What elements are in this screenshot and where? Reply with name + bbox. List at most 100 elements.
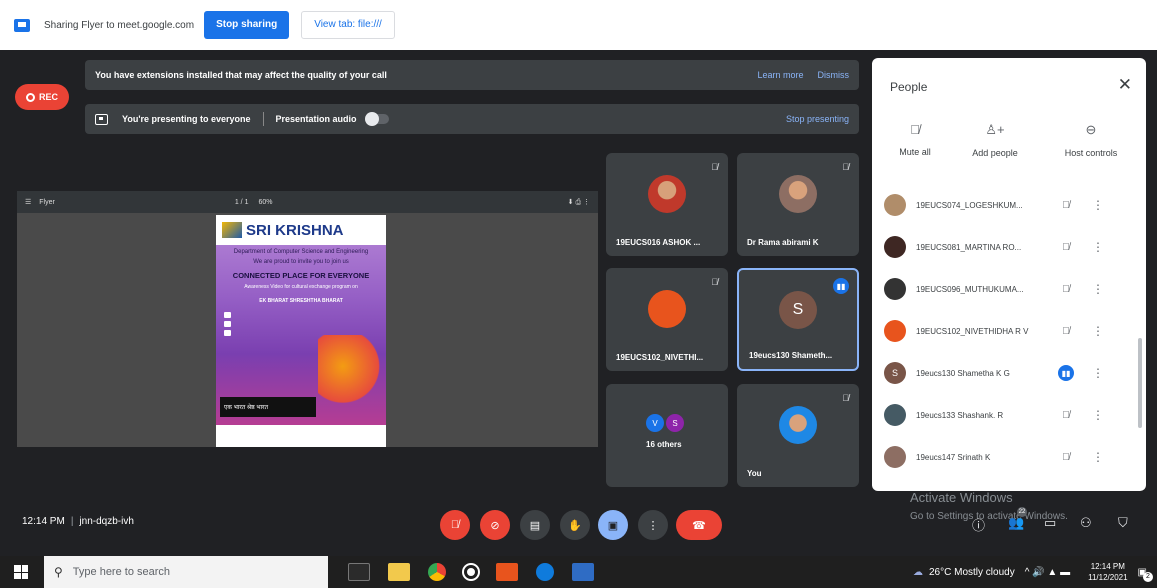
more-options-icon[interactable]: ⋮ <box>1088 324 1108 338</box>
scrollbar[interactable] <box>1138 338 1142 428</box>
raise-hand-button[interactable]: ✋ <box>560 510 590 540</box>
mute-all-button[interactable]: 🎙̸ Mute all <box>880 122 950 157</box>
college-logo-icon <box>222 222 242 238</box>
participant-tile[interactable]: 🎙̸ Dr Rama abirami K <box>737 153 859 256</box>
list-item[interactable]: 19EUCS081_MARTINA RO... 🎙̸ ⋮ <box>884 226 1138 268</box>
sharing-status-text: Sharing Flyer to meet.google.com <box>44 19 195 31</box>
participant-name: 19eucs147 Srinath K <box>916 452 991 462</box>
self-name: You <box>747 469 762 478</box>
more-options-icon[interactable]: ⋮ <box>1088 198 1108 212</box>
people-panel: People ✕ 🎙̸ Mute all ♙+ Add people ⊖ Hos… <box>872 58 1146 491</box>
self-tile[interactable]: 🎙̸ You <box>737 384 859 487</box>
leave-call-button[interactable]: ☎ <box>676 510 722 540</box>
mic-off-icon: 🎙̸ <box>1062 283 1070 295</box>
meeting-code: jnn-dqzb-ivh <box>79 516 134 527</box>
edge-icon[interactable] <box>536 563 554 581</box>
present-button[interactable]: ▣ <box>598 510 628 540</box>
camera-toggle-button[interactable]: ⊘ <box>480 510 510 540</box>
tray-icons[interactable]: ^ 🔊 ▲ ▬ <box>1025 567 1070 578</box>
recording-badge[interactable]: REC <box>15 84 69 110</box>
stop-sharing-button[interactable]: Stop sharing <box>204 11 290 39</box>
more-options-icon[interactable]: ⋮ <box>1088 408 1108 422</box>
captions-button[interactable]: ▤ <box>520 510 550 540</box>
task-view-icon[interactable] <box>348 563 370 581</box>
close-icon[interactable]: ✕ <box>1118 75 1132 95</box>
list-item[interactable]: 19EUCS074_LOGESHKUM... 🎙̸ ⋮ <box>884 184 1138 226</box>
more-vert-icon: ⋮ <box>647 519 659 532</box>
list-item[interactable]: 19EUCS102_NIVETHIDHA R V 🎙̸ ⋮ <box>884 310 1138 352</box>
mic-off-icon: 🎙̸ <box>910 122 920 137</box>
avatar <box>884 320 906 342</box>
participant-name: 19EUCS074_LOGESHKUM... <box>916 200 1023 210</box>
participant-name: 19eucs130 Shameth... <box>749 351 833 360</box>
dismiss-button[interactable]: Dismiss <box>818 70 850 80</box>
more-options-icon[interactable]: ⋮ <box>1088 282 1108 296</box>
avatar: S <box>884 362 906 384</box>
menu-icon[interactable]: ☰ <box>25 198 31 206</box>
participant-tile-speaking[interactable]: ▮▮ S 19eucs130 Shameth... <box>737 268 859 371</box>
system-tray: ☁ 26°C Mostly cloudy ^ 🔊 ▲ ▬ 12:14 PM 11… <box>913 556 1157 588</box>
mini-avatar: V <box>646 414 664 432</box>
chat-icon[interactable]: ▭ <box>1044 515 1056 531</box>
people-icon[interactable]: 👥 <box>1008 515 1024 531</box>
more-options-icon[interactable]: ⋮ <box>1088 450 1108 464</box>
present-screen-icon <box>95 113 108 125</box>
participant-name: Dr Rama abirami K <box>747 238 819 247</box>
stop-presenting-button[interactable]: Stop presenting <box>786 114 849 124</box>
pdf-zoom: 60% <box>258 198 273 206</box>
extension-notice: You have extensions installed that may a… <box>85 60 859 90</box>
weather-text[interactable]: 26°C Mostly cloudy <box>929 567 1015 578</box>
host-controls-button[interactable]: ⊖ Host controls <box>1056 122 1126 158</box>
recording-label: REC <box>38 92 58 102</box>
more-options-icon[interactable]: ⋮ <box>1088 366 1108 380</box>
chrome-icon[interactable] <box>428 563 446 581</box>
mic-off-icon: 🎙̸ <box>1062 325 1070 337</box>
view-tab-button[interactable]: View tab: file:/// <box>301 11 395 39</box>
participant-name: 19EUCS096_MUTHUKUMA... <box>916 284 1024 294</box>
learn-more-link[interactable]: Learn more <box>757 70 803 80</box>
india-map-illustration <box>318 335 380 413</box>
speaking-indicator-icon: ▮▮ <box>833 278 849 294</box>
mic-off-icon: 🎙̸ <box>1062 241 1070 253</box>
store-icon[interactable] <box>572 563 594 581</box>
info-icon[interactable]: ⓘ <box>972 515 985 534</box>
taskbar-search[interactable]: ⚲ Type here to search <box>44 556 328 588</box>
others-count: 16 others <box>646 440 682 449</box>
participant-tile[interactable]: 🎙̸ 19EUCS016 ASHOK ... <box>606 153 728 256</box>
host-controls-label: Host controls <box>1064 148 1118 158</box>
office-icon[interactable] <box>496 563 518 581</box>
sharing-bar: Sharing Flyer to meet.google.com Stop sh… <box>0 0 1157 50</box>
notifications-icon[interactable]: ▣ 2 <box>1138 567 1153 582</box>
more-options-button[interactable]: ⋮ <box>638 510 668 540</box>
avatar <box>884 278 906 300</box>
presenting-bar: You're presenting to everyone Presentati… <box>85 104 859 134</box>
list-item[interactable]: 19eucs133 Shashank. R 🎙̸ ⋮ <box>884 394 1138 436</box>
flyer-header: SRI KRISHNA <box>216 215 386 245</box>
mic-toggle-button[interactable]: 🎙̸ <box>440 510 470 540</box>
list-item[interactable]: 19eucs147 Srinath K 🎙̸ ⋮ <box>884 436 1138 478</box>
windows-start-icon[interactable] <box>14 565 28 579</box>
add-people-button[interactable]: ♙+ Add people <box>960 122 1030 158</box>
participant-name: 19eucs133 Shashank. R <box>916 410 1004 420</box>
file-explorer-icon[interactable] <box>388 563 410 581</box>
avatar <box>884 194 906 216</box>
pdf-toolbar: ☰ Flyer 1 / 1 60% ⬇ ⎙ ⋮ <box>17 191 598 213</box>
list-item[interactable]: S 19eucs130 Shametha K G ▮▮ ⋮ <box>884 352 1138 394</box>
taskbar-clock[interactable]: 12:14 PM 11/12/2021 <box>1088 561 1127 583</box>
hand-icon: ✋ <box>568 519 582 532</box>
others-tile[interactable]: V S 16 others <box>606 384 728 487</box>
add-people-label: Add people <box>972 148 1018 158</box>
participant-tile[interactable]: 🎙̸ 19EUCS102_NIVETHI... <box>606 268 728 371</box>
participant-name: 19EUCS081_MARTINA RO... <box>916 242 1022 252</box>
pdf-title: Flyer <box>39 198 55 206</box>
list-item[interactable]: 19EUCS096_MUTHUKUMA... 🎙̸ ⋮ <box>884 268 1138 310</box>
media-icon[interactable] <box>464 565 478 579</box>
presentation-audio-toggle[interactable] <box>364 112 389 126</box>
download-icon[interactable]: ⬇ ⎙ ⋮ <box>568 198 590 207</box>
activities-icon[interactable]: ⚇ <box>1080 515 1092 531</box>
others-avatars: V S <box>646 414 684 432</box>
flyer-programme: EK BHARAT SHRESHTHA BHARAT <box>259 298 343 304</box>
more-options-icon[interactable]: ⋮ <box>1088 240 1108 254</box>
activate-windows-watermark: Activate Windows <box>910 490 1013 505</box>
host-controls-icon[interactable]: ⛉ <box>1118 515 1128 531</box>
